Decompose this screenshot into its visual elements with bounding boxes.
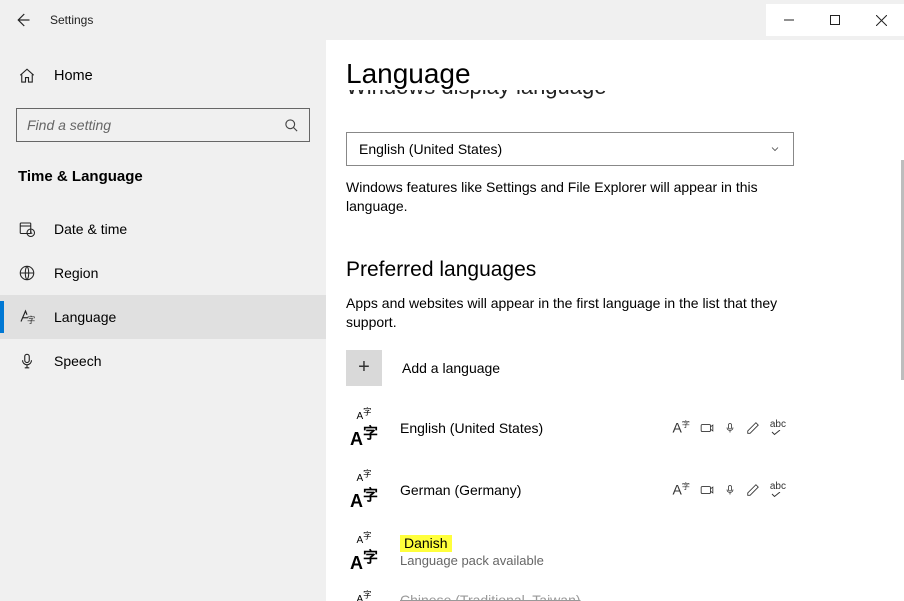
handwriting-icon: [746, 483, 760, 497]
language-glyph-icon: A字: [346, 591, 382, 601]
microphone-icon: [18, 352, 36, 370]
sidebar-item-label: Speech: [54, 353, 101, 369]
add-language-button[interactable]: + Add a language: [346, 350, 864, 386]
home-label: Home: [54, 68, 93, 84]
search-icon: [284, 118, 299, 133]
speech-icon: [724, 483, 736, 497]
sidebar-item-label: Date & time: [54, 221, 127, 237]
chevron-down-icon: [769, 143, 781, 155]
dropdown-value: English (United States): [359, 141, 502, 157]
text-to-speech-icon: [700, 421, 714, 435]
handwriting-icon: [746, 421, 760, 435]
language-name: Danish: [400, 535, 544, 551]
app-title: Settings: [50, 13, 93, 27]
back-arrow-icon: [13, 11, 31, 29]
language-name: Chinese (Traditional, Taiwan): [400, 592, 581, 601]
sidebar-item-label: Region: [54, 265, 98, 281]
close-icon: [876, 15, 887, 26]
display-language-icon: A字: [673, 481, 690, 498]
language-subtext: Language pack available: [400, 553, 544, 568]
sidebar: Home Time & Language Date & time Region: [0, 40, 326, 601]
maximize-icon: [830, 15, 840, 25]
language-name: English (United States): [400, 420, 543, 436]
display-language-icon: A字: [673, 419, 690, 436]
language-feature-icons: A字 abc: [673, 481, 786, 498]
sidebar-item-language[interactable]: 字 Language: [0, 295, 326, 339]
preferred-languages-desc: Apps and websites will appear in the fir…: [346, 294, 796, 332]
page-title: Language: [346, 58, 864, 90]
category-header: Time & Language: [0, 160, 326, 207]
language-glyph-icon: A字A字: [346, 470, 382, 510]
display-language-dropdown[interactable]: English (United States): [346, 132, 794, 166]
minimize-button[interactable]: [766, 4, 812, 36]
display-language-desc: Windows features like Settings and File …: [346, 178, 796, 216]
home-link[interactable]: Home: [0, 54, 326, 98]
sidebar-item-label: Language: [54, 309, 116, 325]
maximize-button[interactable]: [812, 4, 858, 36]
language-glyph-icon: A字A字: [346, 408, 382, 448]
text-to-speech-icon: [700, 483, 714, 497]
content-area: Language Windows display language Englis…: [326, 40, 904, 601]
add-language-label: Add a language: [402, 360, 500, 376]
close-button[interactable]: [858, 4, 904, 36]
language-name: German (Germany): [400, 482, 521, 498]
sidebar-item-date-time[interactable]: Date & time: [0, 207, 326, 251]
search-box[interactable]: [16, 108, 310, 142]
language-feature-icons: A字 abc: [673, 419, 786, 436]
plus-icon: +: [346, 350, 382, 386]
globe-icon: [18, 264, 36, 282]
spellcheck-icon: abc: [770, 419, 786, 436]
sidebar-item-region[interactable]: Region: [0, 251, 326, 295]
search-input[interactable]: [27, 117, 284, 133]
minimize-icon: [784, 15, 794, 25]
speech-icon: [724, 421, 736, 435]
section-display-language-cut: Windows display language: [346, 90, 864, 116]
calendar-clock-icon: [18, 220, 36, 238]
language-item[interactable]: A字A字 German (Germany) A字 abc: [346, 470, 786, 510]
home-icon: [18, 67, 36, 85]
svg-text:字: 字: [27, 315, 35, 325]
language-glyph-icon: A字A字: [346, 532, 382, 572]
language-item-cut: A字 Chinese (Traditional, Taiwan): [346, 591, 581, 601]
language-icon: 字: [18, 308, 36, 326]
back-button[interactable]: [0, 0, 44, 40]
preferred-languages-heading: Preferred languages: [346, 258, 864, 282]
language-item[interactable]: A字A字 Danish Language pack available: [346, 532, 786, 572]
language-item[interactable]: A字A字 English (United States) A字 abc: [346, 408, 786, 448]
sidebar-item-speech[interactable]: Speech: [0, 339, 326, 383]
spellcheck-icon: abc: [770, 481, 786, 498]
